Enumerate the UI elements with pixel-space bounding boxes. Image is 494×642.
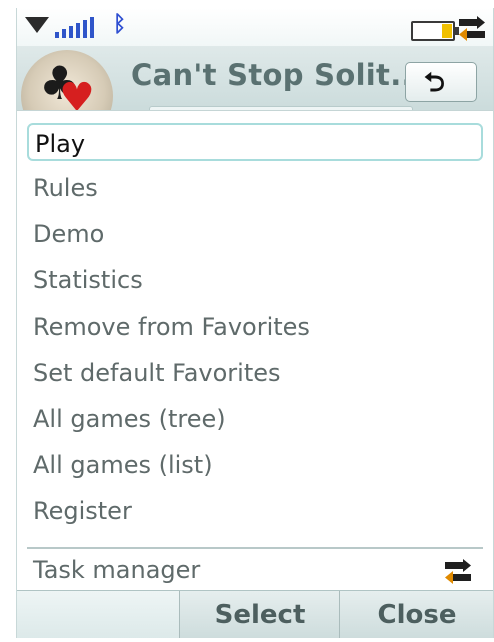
battery-icon	[411, 21, 459, 41]
app-title: Can't Stop Solit...	[131, 58, 425, 92]
back-arrow-icon: ⮌	[424, 68, 445, 98]
phone-frame: ᛒ ♣ ♥ Can't Stop Solit... ⮌ Play Rules D…	[0, 0, 494, 642]
menu-item-task-manager[interactable]: Task manager	[27, 551, 483, 589]
task-switch-icon[interactable]	[457, 16, 487, 42]
phone-screen: ᛒ ♣ ♥ Can't Stop Solit... ⮌ Play Rules D…	[16, 8, 494, 638]
network-indicator-icon	[25, 17, 49, 33]
options-menu: Play Rules Demo Statistics Remove from F…	[17, 110, 493, 591]
menu-item-rules[interactable]: Rules	[27, 169, 483, 207]
softkey-bar: Select Close	[17, 590, 493, 638]
menu-item-all-games-list[interactable]: All games (list)	[27, 446, 483, 484]
title-bar: ♣ ♥ Can't Stop Solit... ⮌	[17, 46, 493, 142]
menu-item-play[interactable]: Play	[27, 123, 483, 161]
back-button[interactable]: ⮌	[405, 62, 477, 102]
menu-item-all-games-tree[interactable]: All games (tree)	[27, 400, 483, 438]
menu-item-statistics[interactable]: Statistics	[27, 261, 483, 299]
select-button[interactable]: Select	[179, 591, 340, 638]
signal-strength-icon	[55, 16, 115, 38]
menu-item-demo[interactable]: Demo	[27, 215, 483, 253]
menu-separator	[27, 547, 483, 549]
task-switch-icon	[445, 559, 471, 584]
bluetooth-icon: ᛒ	[113, 12, 127, 37]
close-button[interactable]: Close	[339, 591, 493, 638]
menu-item-set-default-favorites[interactable]: Set default Favorites	[27, 354, 483, 392]
menu-item-register[interactable]: Register	[27, 492, 483, 530]
status-bar: ᛒ	[17, 8, 493, 46]
menu-item-remove-favorites[interactable]: Remove from Favorites	[27, 308, 483, 346]
